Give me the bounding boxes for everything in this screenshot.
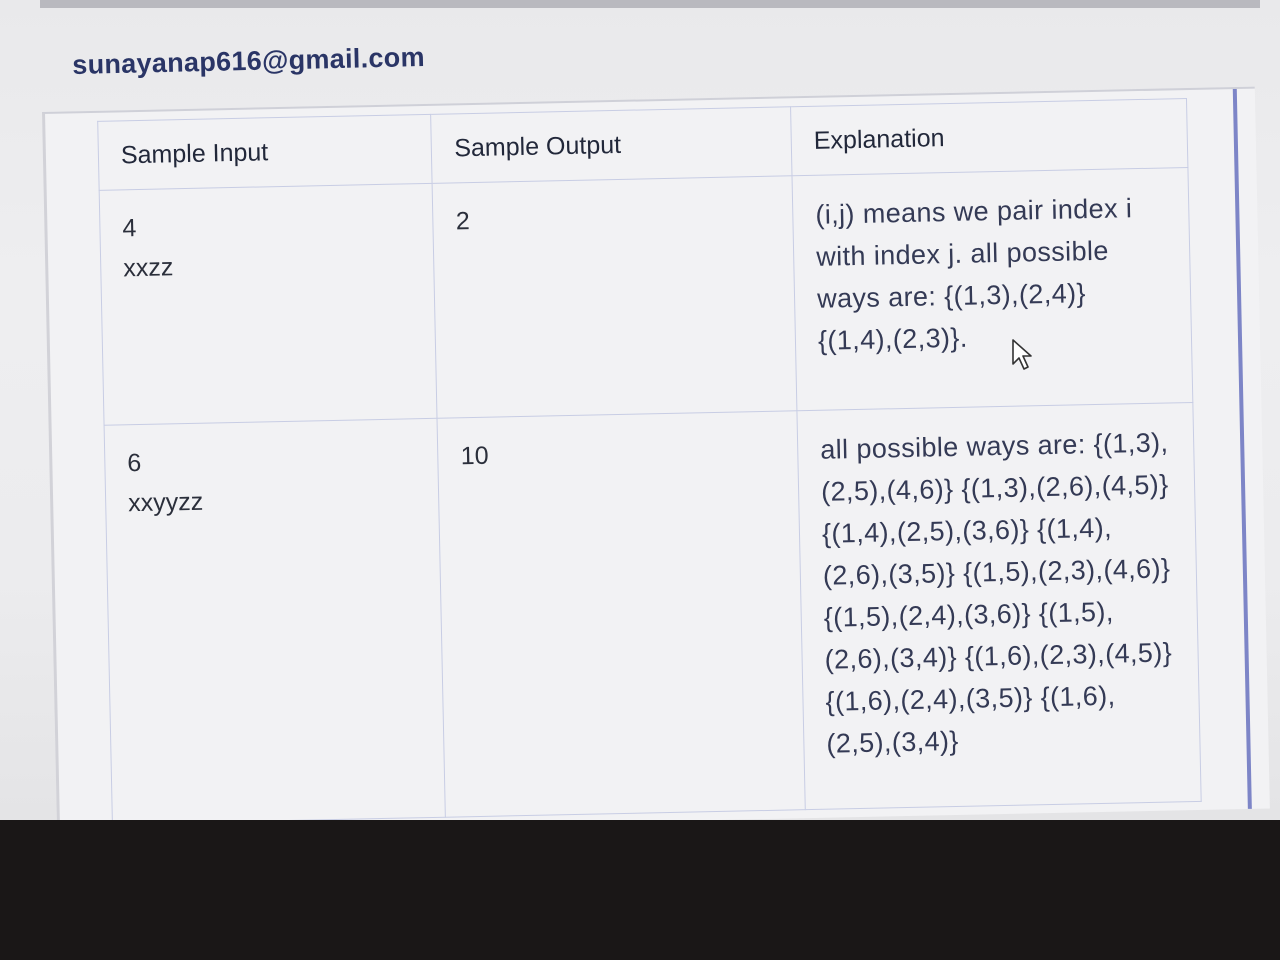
explanation-text: (i,j) means we pair index i with index j…: [815, 193, 1133, 356]
input-string: xxzz: [122, 253, 174, 283]
table-row: 6 xxyyzz 10 all possible ways are: {(1,3…: [104, 402, 1202, 820]
account-email[interactable]: sunayanap616@gmail.com: [72, 42, 425, 81]
input-count: 4: [122, 214, 137, 243]
table-row: 4 xxzz 2 (i,j) means we pair index i wit…: [99, 167, 1193, 426]
input-count: 6: [127, 449, 142, 478]
window-top-edge: [40, 0, 1260, 8]
output-value: 2: [455, 207, 471, 236]
sample-table: Sample Input Sample Output Explanation 4…: [97, 98, 1202, 820]
sample-output-cell: 10: [437, 410, 806, 818]
sample-output-cell: 2: [432, 175, 797, 419]
header-sample-output: Sample Output: [431, 106, 793, 184]
header-sample-input: Sample Input: [97, 114, 433, 191]
input-string: xxyyzz: [127, 487, 204, 518]
sample-input-cell: 4 xxzz: [99, 183, 438, 426]
mouse-pointer-icon: [1012, 339, 1032, 370]
sample-input-cell: 6 xxyyzz: [104, 418, 446, 820]
explanation-cell: all possible ways are: {(1,3),(2,5),(4,6…: [796, 402, 1202, 810]
scrollbar[interactable]: [1232, 88, 1252, 809]
header-explanation: Explanation: [790, 98, 1188, 176]
output-value: 10: [460, 441, 489, 471]
explanation-text: all possible ways are: {(1,3),(2,5),(4,6…: [819, 427, 1173, 759]
explanation-cell: (i,j) means we pair index i with index j…: [792, 167, 1193, 411]
sample-panel: Sample Input Sample Output Explanation 4…: [42, 86, 1270, 820]
screen: sunayanap616@gmail.com Sample Input Samp…: [0, 0, 1280, 820]
